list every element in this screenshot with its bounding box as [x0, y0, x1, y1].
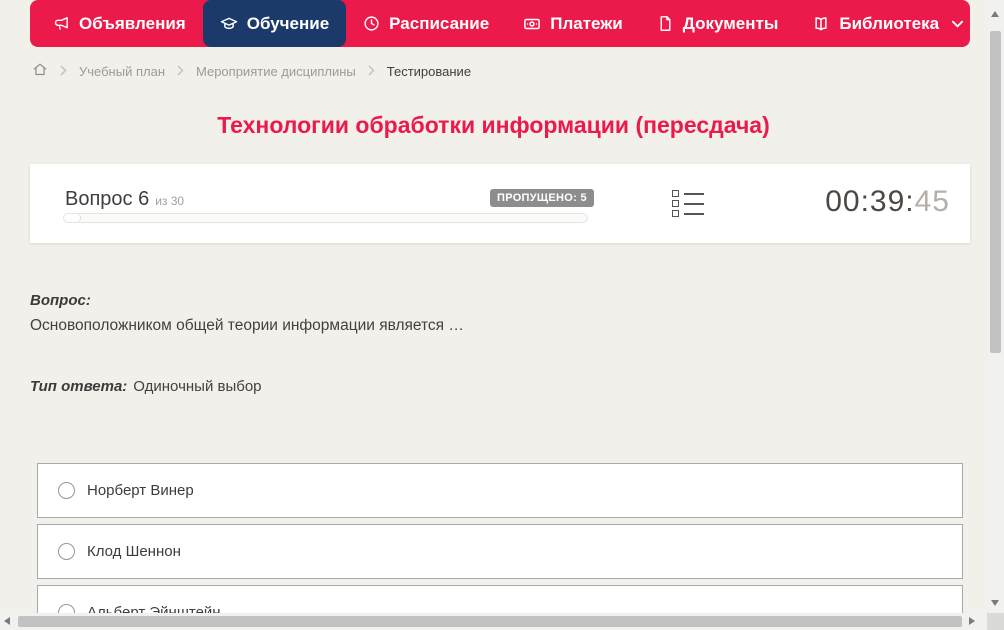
nav-item-payments[interactable]: Платежи	[506, 0, 640, 47]
nav-item-announcements[interactable]: Объявления	[36, 0, 203, 47]
nav-item-library[interactable]: Библиотека	[795, 0, 980, 47]
main-nav: Объявления Обучение Расписание Платежи Д…	[30, 0, 970, 47]
clock-icon	[363, 15, 380, 32]
chevron-right-icon	[368, 64, 375, 79]
document-icon	[657, 15, 674, 32]
question-number: Вопрос 6 из 30	[65, 188, 184, 211]
answer-option[interactable]: Клод Шеннон	[37, 524, 963, 579]
answer-type-value: Одиночный выбор	[133, 378, 262, 395]
nav-item-learning[interactable]: Обучение	[202, 0, 347, 47]
answer-type-row: Тип ответа: Одиночный выбор	[30, 378, 262, 395]
nav-item-label: Обучение	[246, 13, 330, 33]
scrollbar-corner	[987, 613, 1004, 630]
book-icon	[812, 15, 830, 33]
question-progress-card: Вопрос 6 из 30 ПРОПУЩЕНО: 5 00:39:45	[30, 164, 970, 243]
scroll-down-button[interactable]	[991, 600, 999, 606]
nav-item-label: Библиотека	[839, 13, 940, 33]
answer-option-label: Клод Шеннон	[87, 543, 181, 560]
nav-item-schedule[interactable]: Расписание	[346, 0, 506, 47]
nav-item-documents[interactable]: Документы	[640, 0, 796, 47]
nav-item-label: Документы	[682, 13, 779, 33]
chevron-right-icon	[60, 64, 67, 79]
timer: 00:39:45	[825, 185, 950, 219]
graduation-cap-icon	[220, 15, 238, 33]
scroll-right-button[interactable]	[969, 617, 975, 625]
nav-item-label: Расписание	[389, 13, 490, 33]
chevron-right-icon	[177, 64, 184, 79]
payments-icon	[523, 15, 541, 33]
home-icon	[32, 63, 48, 80]
vertical-scrollbar-thumb[interactable]	[990, 31, 1001, 353]
question-count: из 30	[155, 194, 185, 208]
answer-type-label: Тип ответа:	[30, 378, 128, 395]
scroll-left-button[interactable]	[4, 617, 10, 625]
answer-option-label: Норберт Винер	[87, 482, 194, 499]
radio-button[interactable]	[58, 543, 75, 560]
breadcrumb-item-testing: Тестирование	[386, 63, 472, 79]
breadcrumb-item-curriculum[interactable]: Учебный план	[79, 64, 165, 79]
question-prompt-text: Основоположником общей теории информации…	[30, 317, 464, 334]
question-prompt-label: Вопрос:	[30, 292, 91, 309]
breadcrumb-home[interactable]	[32, 62, 48, 80]
breadcrumb-item-discipline-event[interactable]: Мероприятие дисциплины	[196, 64, 356, 79]
progress-fill	[64, 214, 81, 222]
timer-hours-minutes: 00:39:	[825, 185, 915, 218]
timer-seconds: 45	[914, 185, 950, 218]
nav-item-label: Объявления	[79, 13, 186, 33]
answer-options: Норберт Винер Клод Шеннон Альберт Эйнште…	[37, 463, 963, 630]
radio-button[interactable]	[58, 482, 75, 499]
vertical-scrollbar[interactable]	[987, 0, 1004, 613]
horizontal-scrollbar-thumb[interactable]	[18, 616, 962, 627]
nav-item-label: Платежи	[550, 13, 623, 33]
answer-option[interactable]: Норберт Винер	[37, 463, 963, 518]
page-title: Технологии обработки информации (пересда…	[217, 112, 770, 138]
scroll-up-button[interactable]	[991, 11, 999, 17]
progress-bar	[63, 213, 588, 223]
questions-list-button[interactable]	[672, 190, 704, 218]
megaphone-icon	[53, 15, 70, 32]
question-number-label: Вопрос 6	[65, 188, 150, 210]
list-icon	[672, 190, 704, 217]
breadcrumb: Учебный план Мероприятие дисциплины Тест…	[32, 62, 471, 80]
chevron-down-icon	[952, 20, 964, 28]
lms-test-page: Объявления Обучение Расписание Платежи Д…	[0, 0, 1004, 630]
horizontal-scrollbar[interactable]	[0, 613, 987, 630]
skipped-badge: ПРОПУЩЕНО: 5	[490, 189, 594, 207]
